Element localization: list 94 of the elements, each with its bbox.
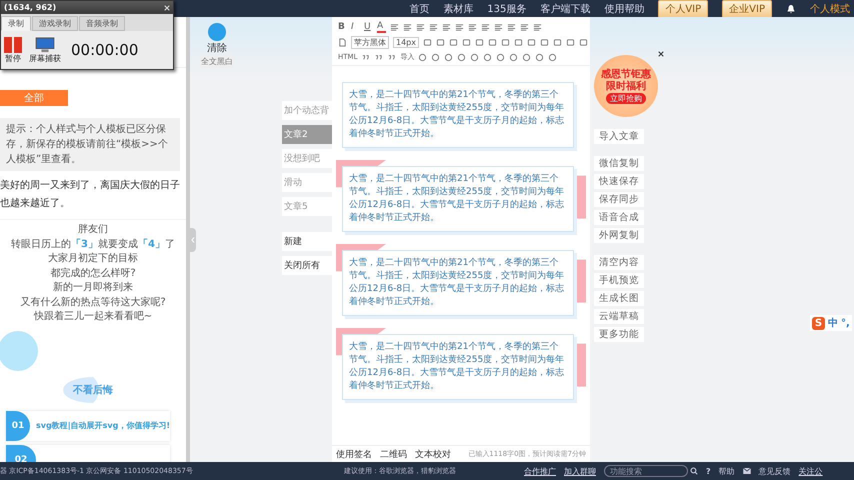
poem-line: 又有什么新的热点等待这大家呢? (20, 296, 166, 310)
help-mark[interactable]: ? (706, 466, 711, 476)
page-icon[interactable] (338, 38, 347, 46)
align-icon[interactable] (533, 22, 542, 32)
collapse-handle[interactable] (190, 228, 196, 252)
tip-text: 提示：个人样式与个人模板已区分保存，新保存的模板请前往“模板>>个人模板”里查看。 (0, 118, 180, 171)
monitor-icon (35, 36, 55, 52)
window-title: (1634, 962) (4, 3, 56, 12)
poem-line: 转眼日历上的「3」就要变成「4」了 (11, 238, 175, 252)
link-title: svg教程|自动展开svg，你值得学习! (36, 420, 170, 431)
help-link[interactable]: 帮助 (718, 466, 735, 476)
follow-link[interactable]: 关注公 (798, 466, 823, 476)
bell-icon[interactable] (786, 4, 796, 14)
article-action-button[interactable]: 关闭所有 (282, 256, 332, 275)
poem-line: 都完成的怎么样呀? (50, 266, 136, 280)
nav-link[interactable]: 首页 (409, 2, 430, 16)
ime-mode[interactable]: 中 (828, 316, 838, 330)
close-icon[interactable] (658, 51, 664, 57)
align-icon[interactable] (455, 22, 464, 32)
align-icon[interactable] (468, 22, 477, 32)
format-button[interactable]: U (364, 22, 373, 32)
footer-button[interactable]: 文本校对 (415, 448, 451, 460)
footer-link[interactable]: 合作推广 (524, 466, 556, 476)
poem-line: 大家月初定下的目标 (48, 252, 138, 266)
promo-text: 限时福利 (606, 80, 646, 92)
tool-button[interactable]: 生成长图 (594, 291, 644, 306)
tool-button[interactable]: 语音合成 (594, 210, 644, 225)
align-icon[interactable] (390, 22, 399, 32)
tool-button[interactable]: 快速保存 (594, 174, 644, 189)
search-field[interactable]: 功能搜索 (604, 465, 688, 477)
article-tab[interactable]: 滑动 (282, 173, 332, 192)
align-icon[interactable] (481, 22, 490, 32)
ime-logo: S (812, 316, 825, 330)
align-icon[interactable] (403, 22, 412, 32)
align-icon[interactable] (507, 22, 516, 32)
nav-link[interactable]: 使用帮助 (604, 2, 644, 16)
recorder-tab[interactable]: 游戏录制 (32, 16, 78, 31)
ime-toolbar[interactable]: S 中 °, (810, 315, 852, 331)
align-icon[interactable] (442, 22, 451, 32)
tool-button[interactable]: 清空内容 (594, 255, 644, 270)
intro-text: 美好的周一又来到了，离国庆大假的日子也越来越近了。 (0, 178, 181, 211)
poem-line: 新的一月即将到来 (53, 281, 133, 295)
poem-line: 胖友们 (78, 223, 108, 237)
footer-button[interactable]: 使用签名 (336, 448, 372, 460)
format-button[interactable]: A (377, 22, 386, 32)
size-select[interactable]: 14px (393, 36, 419, 48)
recorder-tab[interactable]: 音频录制 (79, 16, 125, 31)
align-icon[interactable] (429, 22, 438, 32)
quote-icon[interactable] (374, 52, 384, 62)
tool-button[interactable]: 保存同步 (594, 192, 644, 207)
align-icon[interactable] (494, 22, 503, 32)
mode-link[interactable]: 个人模式 (810, 2, 850, 16)
footer-button[interactable]: 二维码 (380, 448, 407, 460)
number-tab: 02 (6, 444, 36, 462)
tool-button[interactable]: 手机预览 (594, 273, 644, 288)
nav-link[interactable]: 素材库 (443, 2, 474, 16)
pause-icon (3, 36, 23, 52)
mail-icon[interactable] (742, 468, 751, 474)
nav-link[interactable]: 135服务 (487, 2, 526, 16)
nav-link[interactable]: 客户端下载 (540, 2, 590, 16)
tool-button[interactable]: 云端草稿 (594, 309, 644, 324)
tool-button[interactable]: 外网复制 (594, 228, 644, 243)
vip-button[interactable]: 企业VIP (722, 0, 772, 18)
pause-button[interactable]: 暂停 (3, 36, 23, 64)
font-select[interactable]: 苹方黑体 (351, 36, 389, 48)
vip-button[interactable]: 个人VIP (658, 0, 708, 18)
article-action-button[interactable]: 新建 (282, 232, 332, 251)
recorder-tab[interactable]: 录制 (1, 16, 31, 31)
paragraph-card: 大雪，是二十四节气中的第21个节气，冬季的第三个节气。斗指壬，太阳到达黄经255度，交节时间为每年公历12月6-8日。大雪节气是干支历子月的起始，标志着仲冬时节正式开始。 (342, 166, 574, 232)
circle-decoration (0, 330, 38, 370)
paragraph-card: 大雪，是二十四节气中的第21个节气，冬季的第三个节气。斗指壬，太阳到达黄经255度，交节时间为每年公历12月6-8日。大雪节气是干支历子月的起始，标志着仲冬时节正式开始。 (342, 334, 574, 400)
number-tab: 01 (6, 410, 30, 440)
ime-punctuation[interactable]: °, (841, 318, 850, 328)
tool-button[interactable]: 导入文章 (594, 129, 644, 144)
quote-icon[interactable] (361, 52, 370, 62)
paragraph-card: 大雪，是二十四节气中的第21个节气，冬季的第三个节气。斗指壬，太阳到达黄经255度，交节时间为每年公历12月6-8日。大雪节气是干支历子月的起始，标志着仲冬时节正式开始。 (342, 82, 574, 148)
poem-line: 快跟着三儿一起来看看吧~ (34, 310, 152, 324)
quote-icon[interactable] (387, 52, 396, 62)
promo-text: 感恩节钜惠 (601, 68, 651, 80)
promo-button[interactable]: 立即抢购 (606, 92, 646, 104)
tool-button[interactable]: 微信复制 (594, 156, 644, 171)
footer-link[interactable]: 加入群聊 (564, 466, 596, 476)
promo-badge[interactable]: 感恩节钜惠 限时福利 立即抢购 (594, 55, 658, 117)
align-icon[interactable] (520, 22, 529, 32)
format-button[interactable]: B (338, 22, 347, 32)
paragraph-card: 大雪，是二十四节气中的第21个节气，冬季的第三个节气。斗指壬，太阳到达黄经255度，交节时间为每年公历12月6-8日。大雪节气是干支历子月的起始，标志着仲冬时节正式开始。 (342, 250, 574, 316)
timer-text: 00:00:00 (71, 41, 138, 59)
grayscale-button[interactable]: 全文黑白 (200, 55, 234, 68)
tool-button[interactable]: 更多功能 (594, 327, 644, 342)
search-icon[interactable] (690, 467, 698, 475)
align-icon[interactable] (416, 22, 425, 32)
format-button[interactable]: I (351, 22, 360, 32)
feedback-link[interactable]: 意见反馈 (758, 466, 791, 476)
screen-capture-button[interactable]: 屏幕捕获 (29, 36, 61, 64)
